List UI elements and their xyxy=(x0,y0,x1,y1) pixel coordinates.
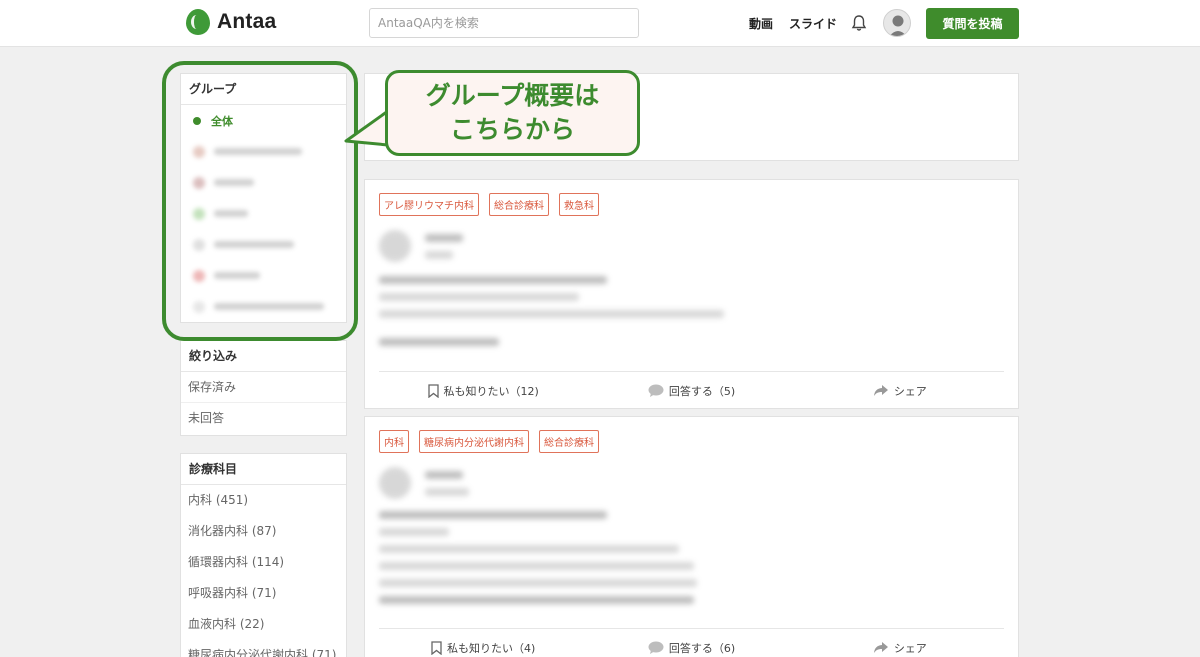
group-item-blurred[interactable] xyxy=(181,136,346,167)
post-question-button[interactable]: 質問を投稿 xyxy=(926,8,1019,39)
specialty-item[interactable]: 消化器内科 (87) xyxy=(181,516,346,547)
specialty-tag[interactable]: アレ膠リウマチ内科 xyxy=(379,193,479,216)
want-to-know-button[interactable]: 私も知りたい（4) xyxy=(379,629,587,657)
blurred-question-content xyxy=(379,467,779,613)
specialty-tag[interactable]: 内科 xyxy=(379,430,409,453)
answer-button[interactable]: 回答する（6) xyxy=(587,629,795,657)
filter-panel: 絞り込み 保存済み 未回答 xyxy=(180,340,347,436)
bookmark-icon xyxy=(431,640,442,655)
filter-unanswered-link[interactable]: 未回答 xyxy=(181,403,346,434)
card-actions: 私も知りたい（4) 回答する（6) シェア xyxy=(379,628,1004,657)
blurred-question-content xyxy=(379,230,779,355)
answer-button[interactable]: 回答する（5) xyxy=(587,372,795,409)
specialty-panel: 診療科目 内科 (451) 消化器内科 (87) 循環器内科 (114) 呼吸器… xyxy=(180,453,347,657)
answer-label: 回答する（6) xyxy=(668,641,736,655)
want-to-know-button[interactable]: 私も知りたい（12) xyxy=(379,372,587,409)
specialty-tag[interactable]: 救急科 xyxy=(559,193,599,216)
group-item-all[interactable]: 全体 xyxy=(181,105,346,136)
tag-list: 内科 糖尿病内分泌代謝内科 総合診療科 xyxy=(379,430,599,453)
logo-text: Antaa xyxy=(217,10,277,33)
active-dot-icon xyxy=(193,116,201,125)
card-actions: 私も知りたい（12) 回答する（5) シェア xyxy=(379,371,1004,409)
tag-list: アレ膠リウマチ内科 総合診療科 救急科 xyxy=(379,193,599,216)
specialty-item[interactable]: 循環器内科 (114) xyxy=(181,547,346,578)
want-to-know-label: 私も知りたい（4) xyxy=(447,641,536,655)
specialty-item[interactable]: 呼吸器内科 (71) xyxy=(181,578,346,609)
group-item-label: 全体 xyxy=(211,114,233,128)
specialty-tag[interactable]: 総合診療科 xyxy=(539,430,599,453)
share-label: シェア xyxy=(893,384,927,398)
specialty-tag[interactable]: 総合診療科 xyxy=(489,193,549,216)
specialty-tag[interactable]: 糖尿病内分泌代謝内科 xyxy=(419,430,529,453)
question-card[interactable]: 内科 糖尿病内分泌代謝内科 総合診療科 私も知りたい（4) 回答する（6) シェ xyxy=(364,416,1019,657)
speech-bubble-icon xyxy=(648,384,664,397)
group-panel-title: グループ xyxy=(181,74,346,105)
share-label: シェア xyxy=(893,641,927,655)
nav-slide-link[interactable]: スライド xyxy=(789,15,837,32)
share-arrow-icon xyxy=(873,385,888,396)
group-item-blurred[interactable] xyxy=(181,198,346,229)
group-item-blurred[interactable] xyxy=(181,291,346,322)
group-overview-callout: グループ概要は こちらから xyxy=(385,70,640,156)
antaa-logo-icon xyxy=(186,9,210,35)
callout-text: グループ概要は こちらから xyxy=(425,81,600,144)
callout-tail-icon xyxy=(344,109,389,147)
filter-saved-link[interactable]: 保存済み xyxy=(181,372,346,403)
group-panel: グループ 全体 xyxy=(180,73,347,323)
share-button[interactable]: シェア xyxy=(796,372,1004,409)
share-button[interactable]: シェア xyxy=(796,629,1004,657)
question-card[interactable]: アレ膠リウマチ内科 総合診療科 救急科 私も知りたい（12) 回答する（5) シ… xyxy=(364,179,1019,409)
specialty-item[interactable]: 血液内科 (22) xyxy=(181,609,346,640)
antaa-logo[interactable]: Antaa xyxy=(186,9,276,35)
want-to-know-label: 私も知りたい（12) xyxy=(443,384,539,398)
group-item-blurred[interactable] xyxy=(181,260,346,291)
specialty-item[interactable]: 糖尿病内分泌代謝内科 (71) xyxy=(181,640,346,657)
group-item-blurred[interactable] xyxy=(181,167,346,198)
specialty-item[interactable]: 内科 (451) xyxy=(181,485,346,516)
bell-icon[interactable] xyxy=(851,14,867,32)
answer-label: 回答する（5) xyxy=(668,384,736,398)
specialty-panel-title: 診療科目 xyxy=(181,454,346,485)
user-avatar[interactable] xyxy=(883,9,911,37)
share-arrow-icon xyxy=(873,642,888,653)
search-input[interactable] xyxy=(369,8,639,38)
filter-panel-title: 絞り込み xyxy=(181,341,346,372)
nav-video-link[interactable]: 動画 xyxy=(749,15,773,32)
top-header: Antaa 動画 スライド 質問を投稿 xyxy=(0,0,1200,47)
speech-bubble-icon xyxy=(648,641,664,654)
bookmark-icon xyxy=(427,383,439,398)
group-item-blurred[interactable] xyxy=(181,229,346,260)
